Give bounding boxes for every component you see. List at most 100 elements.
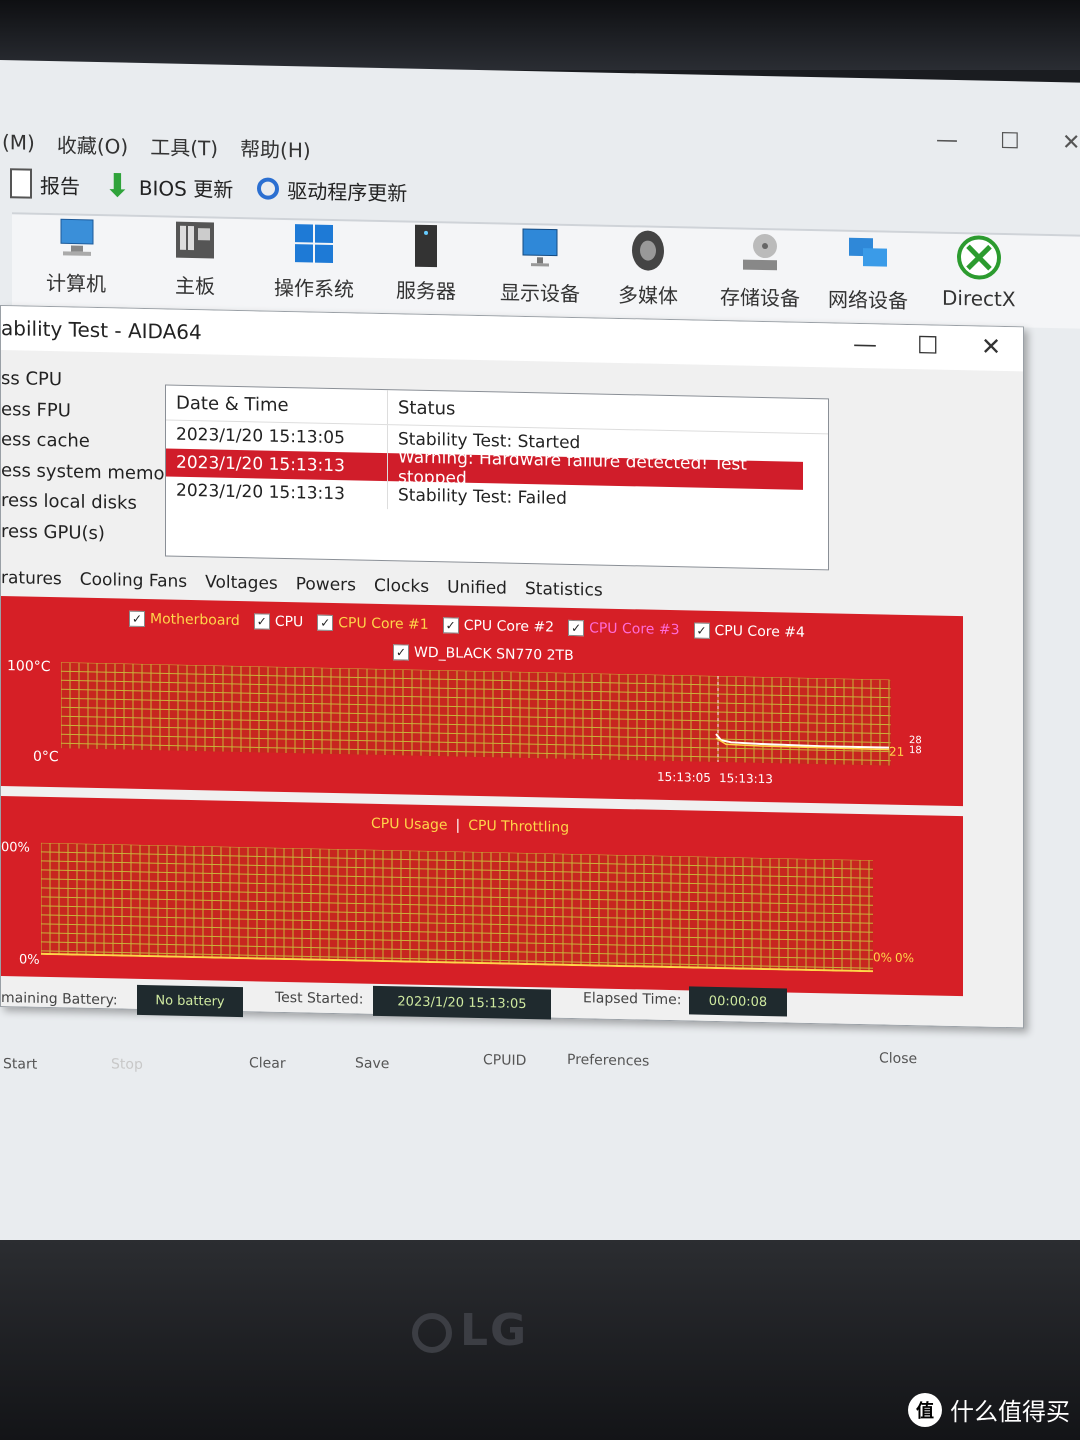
- plot-background: [61, 662, 891, 766]
- close-button[interactable]: Close: [879, 1050, 917, 1067]
- category-computer[interactable]: 计算机: [46, 215, 106, 297]
- main-toolbar: 报告 ⬇ BIOS 更新 驱动程序更新: [10, 160, 407, 214]
- legend-label: CPU Core #4: [714, 622, 805, 641]
- temp-current-value: 21: [889, 744, 905, 759]
- legend-item[interactable]: ✓ Motherboard: [129, 610, 240, 629]
- elapsed-time-value: 00:00:08: [689, 986, 787, 1017]
- checkbox-icon: ✓: [253, 613, 270, 630]
- category-os[interactable]: 操作系统: [274, 220, 354, 303]
- legend-item[interactable]: ✓ WD_BLACK SN770 2TB: [393, 644, 574, 664]
- category-motherboard[interactable]: 主板: [172, 218, 218, 300]
- log-header-datetime[interactable]: Date & Time: [166, 385, 388, 425]
- legend-item[interactable]: ✓ CPU Core #2: [442, 617, 554, 636]
- storage-icon: [743, 234, 777, 271]
- stability-test-window: ability Test - AIDA64 — ☐ ✕ ss CPU ess F…: [0, 305, 1024, 1073]
- stress-option-cpu[interactable]: ss CPU: [1, 364, 183, 398]
- report-label: 报告: [40, 173, 80, 199]
- driver-update-button[interactable]: 驱动程序更新: [257, 174, 407, 206]
- category-label: 显示设备: [500, 280, 580, 307]
- main-minimize-button[interactable]: —: [936, 128, 958, 153]
- menu-item-favorites[interactable]: 收藏(O): [57, 129, 128, 159]
- test-started-value: 2023/1/20 15:13:05: [373, 985, 551, 1020]
- stress-options: ss CPU ess FPU ess cache ess system memo…: [1, 364, 183, 551]
- legend-item[interactable]: ✓ CPU Core #4: [693, 622, 805, 641]
- temp-current-value: 18: [909, 745, 922, 757]
- legend-label: WD_BLACK SN770 2TB: [414, 644, 574, 665]
- save-button[interactable]: Save: [355, 1055, 389, 1072]
- stress-option-fpu[interactable]: ess FPU: [1, 395, 183, 429]
- tab-cooling-fans[interactable]: Cooling Fans: [80, 570, 187, 592]
- monitor-bezel-top: [0, 0, 1080, 70]
- stress-option-cache[interactable]: ess cache: [1, 425, 183, 459]
- category-label: 存储设备: [720, 285, 800, 311]
- tab-clocks[interactable]: Clocks: [374, 576, 429, 597]
- legend-label: CPU: [274, 613, 304, 631]
- stress-option-gpu[interactable]: ress GPU(s): [1, 517, 183, 551]
- category-server[interactable]: 服务器: [396, 222, 456, 304]
- lg-logo-icon: [412, 1313, 452, 1353]
- screen: (M) 收藏(O) 工具(T) 帮助(H) — ☐ ✕ 报告 ⬇ BIOS 更新…: [0, 60, 1080, 1273]
- watermark-icon: 值: [908, 1392, 942, 1427]
- motherboard-icon: [176, 221, 214, 259]
- legend-cpu-throttling[interactable]: CPU Throttling: [468, 818, 569, 836]
- preferences-button[interactable]: Preferences: [567, 1052, 649, 1070]
- category-multimedia[interactable]: 多媒体: [618, 227, 678, 309]
- checkbox-icon: ✓: [442, 617, 459, 634]
- legend-item[interactable]: ✓ CPU: [253, 613, 304, 631]
- tab-voltages[interactable]: Voltages: [205, 572, 278, 594]
- category-label: 计算机: [46, 270, 106, 297]
- cpuid-button[interactable]: CPUID: [483, 1052, 526, 1069]
- menu-item-tools[interactable]: 工具(T): [150, 131, 218, 161]
- checkbox-icon: ✓: [693, 622, 710, 639]
- start-button[interactable]: Start: [3, 1056, 37, 1073]
- usage-y-top: 00%: [1, 840, 30, 856]
- usage-y-bottom: 0%: [19, 952, 40, 968]
- tab-unified[interactable]: Unified: [447, 577, 507, 598]
- main-maximize-button[interactable]: ☐: [1000, 129, 1020, 154]
- stability-maximize-button[interactable]: ☐: [917, 331, 939, 359]
- category-label: 服务器: [396, 278, 456, 304]
- log-time: 2023/1/20 15:13:13: [166, 476, 388, 510]
- stability-minimize-button[interactable]: —: [853, 330, 877, 359]
- temperature-plot-area: [61, 662, 891, 766]
- tab-statistics[interactable]: Statistics: [525, 579, 603, 601]
- bios-update-button[interactable]: ⬇ BIOS 更新: [104, 166, 233, 205]
- network-icon: [849, 237, 887, 267]
- document-icon: [10, 168, 32, 199]
- test-started-label: Test Started:: [275, 989, 364, 1008]
- stress-option-memory[interactable]: ess system memory: [1, 456, 183, 490]
- legend-cpu-usage[interactable]: CPU Usage: [371, 816, 448, 834]
- category-label: 操作系统: [274, 275, 354, 302]
- category-directx[interactable]: DirectX: [942, 234, 1016, 311]
- checkbox-icon: ✓: [568, 619, 585, 637]
- driver-update-label: 驱动程序更新: [287, 178, 408, 206]
- monitor-tabs: ratures Cooling Fans Voltages Powers Clo…: [1, 568, 603, 601]
- category-storage[interactable]: 存储设备: [720, 229, 800, 312]
- stop-button[interactable]: Stop: [111, 1056, 143, 1073]
- legend-item[interactable]: ✓ CPU Core #1: [317, 614, 429, 633]
- event-log: Date & Time Status 2023/1/20 15:13:05 St…: [165, 384, 829, 571]
- clear-button[interactable]: Clear: [249, 1055, 286, 1072]
- temp-y-bottom: 0°C: [33, 748, 59, 766]
- main-close-button[interactable]: ✕: [1062, 130, 1080, 155]
- plot-background: [41, 842, 873, 973]
- watermark-text: 什么值得买: [950, 1398, 1070, 1426]
- monitor-brand: LG: [460, 1305, 529, 1356]
- report-button[interactable]: 报告: [10, 168, 80, 199]
- temperature-legend: ✓ Motherboard ✓ CPU ✓ CPU Core #1 ✓ CPU Core…: [129, 610, 805, 641]
- category-display[interactable]: 显示设备: [500, 224, 580, 307]
- menu-item-help[interactable]: 帮助(H): [240, 133, 311, 163]
- tab-powers[interactable]: Powers: [296, 574, 356, 595]
- stress-option-disks[interactable]: ress local disks: [1, 486, 183, 520]
- windows-icon: [295, 224, 333, 263]
- category-label: 多媒体: [618, 282, 678, 309]
- computer-icon: [60, 218, 94, 256]
- menu-item-m[interactable]: (M): [2, 130, 35, 155]
- stability-close-button[interactable]: ✕: [981, 333, 1001, 361]
- legend-item[interactable]: ✓ CPU Core #3: [568, 619, 680, 638]
- tab-temperatures[interactable]: ratures: [1, 568, 62, 589]
- category-label: 主板: [175, 273, 215, 299]
- category-network[interactable]: 网络设备: [828, 231, 908, 314]
- battery-label: maining Battery:: [1, 990, 118, 1009]
- xbox-icon: [956, 235, 1001, 280]
